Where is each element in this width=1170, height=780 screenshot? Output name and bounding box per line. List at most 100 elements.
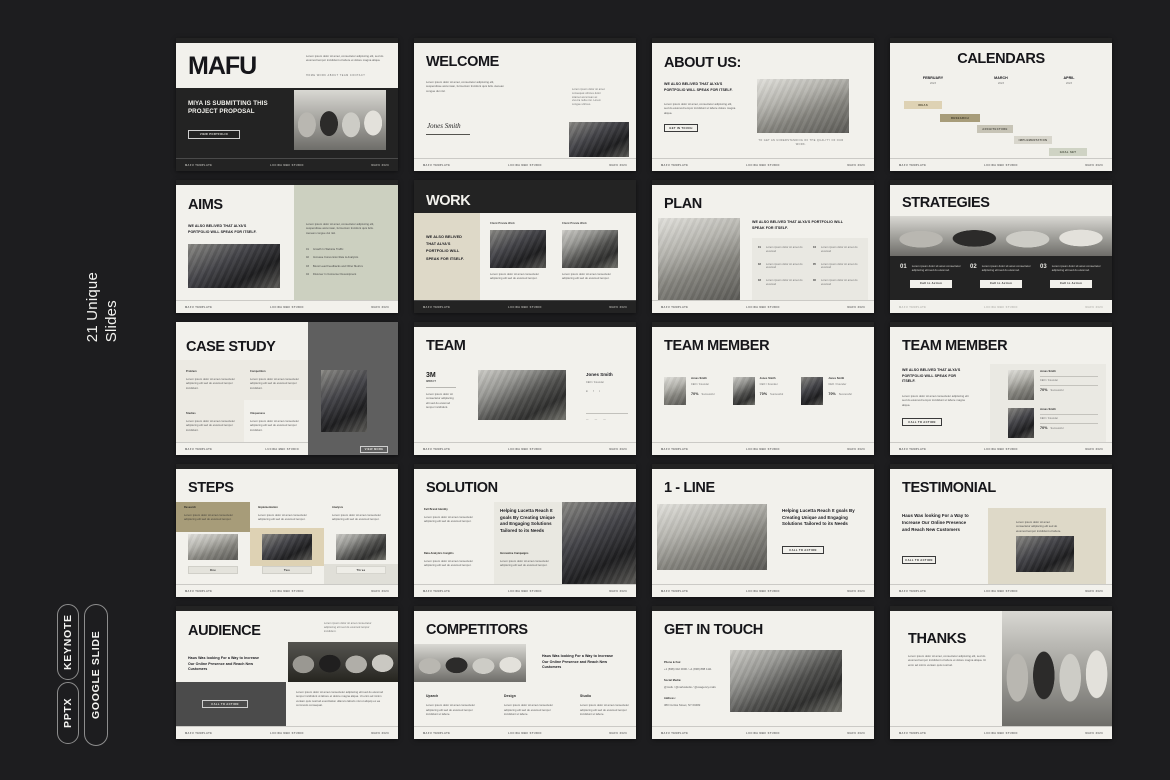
social-facebook-icon[interactable]: f — [593, 390, 594, 394]
contact-value[interactable]: 380 Curtiss Street, NY 00482 — [664, 703, 720, 707]
slide-audience-note: Lorem ipsum dolor sit amet consectetur a… — [324, 622, 372, 633]
contact-item: Social Media: @mafu / @mafustudio / @uxa… — [664, 679, 720, 689]
slide-steps[interactable]: STEPS Research Lorem ipsum dolor sit ame… — [176, 464, 398, 597]
team-socials[interactable]: in f t — [586, 390, 628, 394]
slide-aims-list: 01 Growth In Website Traffic 02 Increase… — [306, 248, 386, 277]
calendar-bar-4[interactable]: IMPLEMENTATION — [1014, 136, 1052, 144]
solution-cell: Data Analytics Insights Lorem ipsum dolo… — [424, 552, 484, 568]
strategies-items: 01 Lorem ipsum dolor sit amet consectetu… — [900, 264, 1102, 288]
slide-competitors[interactable]: COMPETITORS Haus Was looking For a Way t… — [414, 606, 636, 739]
strategy-button[interactable]: Call to Action — [1050, 279, 1092, 288]
slide-audience-button[interactable]: CALL TO ACTION — [202, 700, 248, 708]
aims-list-item: 03 Boost Lead Feedbacks and Other Metric… — [306, 265, 386, 269]
strategy-item[interactable]: 02 Lorem ipsum dolor sit amet consectetu… — [970, 264, 1032, 288]
strategy-text: Lorem ipsum dolor sit amet consectetur a… — [911, 264, 961, 273]
slide-thanks[interactable]: THANKS Lorem ipsum dolor sit amet, conse… — [890, 606, 1112, 739]
aims-item-text: Discover In Consumer Development — [312, 272, 357, 276]
footer-right: MAFU 2023 — [609, 731, 627, 735]
slide-welcome[interactable]: WELCOME Lorem ipsum dolor sit amet, cons… — [414, 38, 636, 171]
badge-keynote-label: KEYNOTE — [62, 614, 74, 670]
slide-calendars[interactable]: CALENDARS FEBRUARY 2023 MARCH 2023 APRIL… — [890, 38, 1112, 171]
team-left-list: Lorem ipsum dolor sit consectetur adipis… — [426, 391, 454, 410]
slide-contact-footer: MAFU TEMPLATE LUCIDA MBC STUDIO MAFU 202… — [652, 726, 874, 739]
solution-cell-body: Lorem ipsum dolor sit amet consectetur a… — [500, 558, 549, 568]
slide-about-us[interactable]: ABOUT US: WE ALSO BELIVED THAT ALYA'S PO… — [652, 38, 874, 171]
step-label: Implementation — [258, 506, 278, 509]
social-linkedin-icon[interactable]: in — [586, 390, 588, 394]
step-button[interactable]: Three — [336, 566, 386, 574]
footer-center: LUCIDA MBC STUDIO — [508, 163, 542, 167]
aims-item-num: 04 — [306, 272, 309, 276]
slide-aims-subtitle: WE ALSO BELIVED THAT ALYA'S PORTFOLIO WI… — [188, 224, 257, 234]
member-role: CEO / Founder — [691, 382, 710, 386]
strategy-num: 01 — [900, 264, 907, 270]
slide-calendars-footer: MAFU TEMPLATE LUCIDA MBC STUDIO MAFU 202… — [890, 158, 1112, 171]
slide-team-photo — [478, 370, 566, 420]
team-member-card[interactable]: Jones Smith CEO / Founder 70% Successful — [801, 377, 862, 405]
slide-get-in-touch[interactable]: GET IN TOUCH Phone & Fax: +1 (838) 342 0… — [652, 606, 874, 739]
slide-cover-button[interactable]: VIEW PORTFOLIO — [188, 130, 240, 139]
footer-center: LUCIDA MBC STUDIO — [746, 163, 780, 167]
tml-member-row[interactable]: Jones Smith CEO / Founder 70% Successful — [1008, 370, 1098, 400]
solution-headline: Helping Lucetta Reach It goals By Creati… — [500, 508, 555, 533]
strategy-text: Lorem ipsum dolor sit amet consectetur a… — [1051, 264, 1101, 273]
slide-audience[interactable]: AUDIENCE Lorem ipsum dolor sit amet cons… — [176, 606, 398, 739]
slide-aims-body: Lorem ipsum dolor sit amet, consectetur … — [306, 222, 375, 235]
slide-case-button[interactable]: VIEW MORE — [360, 446, 388, 453]
slide-work[interactable]: WORK WE ALSO BELIVED THAT ALYA'S PORTFOL… — [414, 180, 636, 313]
strategy-text: Lorem ipsum dolor sit amet consectetur a… — [981, 264, 1031, 273]
slide-team-member-grid[interactable]: TEAM MEMBER Jones Smith CEO / Founder 70… — [652, 322, 874, 455]
slide-cover[interactable]: MAFU Lorem ipsum dolor sit amet, consect… — [176, 38, 398, 171]
slide-plan[interactable]: PLAN WE ALSO BELIVED THAT ALYA'S PORTFOL… — [652, 180, 874, 313]
solution-cell-label: Full Brand Identity — [424, 508, 448, 511]
slide-tml-button[interactable]: CALL TO ACTION — [902, 418, 942, 426]
aims-item-num: 02 — [306, 256, 309, 260]
competitor-body: Lorem ipsum dolor sit amet consectetur a… — [580, 703, 629, 717]
step-button[interactable]: One — [188, 566, 238, 574]
slide-team-member-list[interactable]: TEAM MEMBER WE ALSO BELIVED THAT ALYA'S … — [890, 322, 1112, 455]
plan-item-text: Lorem ipsum dolor sit amet do eiusmod — [765, 262, 803, 270]
tml-member-row[interactable]: Jones Smith CEO / Founder 70% Successful — [1008, 408, 1098, 438]
strategy-button[interactable]: Call to Action — [910, 279, 952, 288]
slide-solution-title: SOLUTION — [426, 480, 498, 496]
calendar-bar-2[interactable]: RESEARCH — [940, 114, 980, 122]
slide-one-line[interactable]: 1 - LINE Helping Lucetta Reach It goals … — [652, 464, 874, 597]
calendar-bar-5[interactable]: GOAL SET — [1049, 148, 1087, 156]
contact-value[interactable]: @mafu / @mafustudio / @uxagency.mafu — [664, 685, 720, 689]
slide-about-button[interactable]: GET IN TOUCH — [664, 124, 698, 132]
calendar-bar-3[interactable]: ARCHITECTURE — [977, 125, 1013, 133]
contact-value[interactable]: +1 (838) 342 0000 / +1 (838) 888 1111 — [664, 667, 720, 671]
step-button[interactable]: Two — [262, 566, 312, 574]
member-stat: 70% — [1040, 387, 1048, 392]
aims-item-text: Growth In Website Traffic — [312, 248, 344, 251]
team-member-cards: Jones Smith CEO / Founder 70% Successful… — [664, 377, 862, 405]
strategy-button[interactable]: Call to Action — [980, 279, 1022, 288]
team-member-card[interactable]: Jones Smith CEO / Founder 70% Successful — [664, 377, 725, 405]
slide-audience-headline: Haus Was looking For a Way to Increase O… — [188, 656, 260, 672]
member-role: CEO / Founder — [828, 382, 847, 386]
slide-cover-photo — [294, 90, 386, 150]
slide-testimonial-button[interactable]: CALL TO ACTION — [902, 556, 936, 564]
strategy-item[interactable]: 01 Lorem ipsum dolor sit amet consectetu… — [900, 264, 962, 288]
team-member-card[interactable]: Jones Smith CEO / Founder 70% Successful — [732, 377, 794, 405]
strategy-item[interactable]: 03 Lorem ipsum dolor sit amet consectetu… — [1040, 264, 1102, 288]
slide-case-study[interactable]: CASE STUDY Problem Lorem ipsum dolor sit… — [176, 322, 398, 455]
slide-cover-nav[interactable]: HOME WORK ABOUT TEAM CONTACT — [306, 74, 386, 78]
plan-item: 02 Lorem ipsum dolor sit amet do eiusmod — [758, 263, 807, 271]
slide-solution[interactable]: SOLUTION Full Brand Identity Lorem ipsum… — [414, 464, 636, 597]
slide-testimonial[interactable]: TESTIMONIAL Haus Was looking For a Way t… — [890, 464, 1112, 597]
slide-oneline-button[interactable]: CALL TO ACTION — [782, 546, 824, 554]
contact-label: Phone & Fax: — [664, 661, 682, 664]
social-twitter-icon[interactable]: t — [599, 390, 600, 394]
footer-right: MAFU 2023 — [1085, 163, 1103, 167]
calendar-bar-1[interactable]: IDEAS — [904, 101, 942, 109]
slide-strategies[interactable]: STRATEGIES 01 Lorem ipsum dolor sit amet… — [890, 180, 1112, 313]
slide-aims[interactable]: AIMS WE ALSO BELIVED THAT ALYA'S PORTFOL… — [176, 180, 398, 313]
slide-audience-title: AUDIENCE — [188, 623, 261, 639]
slide-work-card[interactable]: Client Private Work Lorem ipsum dolor si… — [490, 222, 546, 281]
member-avatar — [1008, 370, 1034, 400]
slide-team[interactable]: TEAM 3M IMPACT Lorem ipsum dolor sit con… — [414, 322, 636, 455]
slide-competitors-photo — [414, 644, 526, 682]
step-body: Lorem ipsum dolor sit amet consectetur a… — [332, 512, 381, 522]
slide-work-card[interactable]: Client Private Work Lorem ipsum dolor si… — [562, 222, 618, 281]
